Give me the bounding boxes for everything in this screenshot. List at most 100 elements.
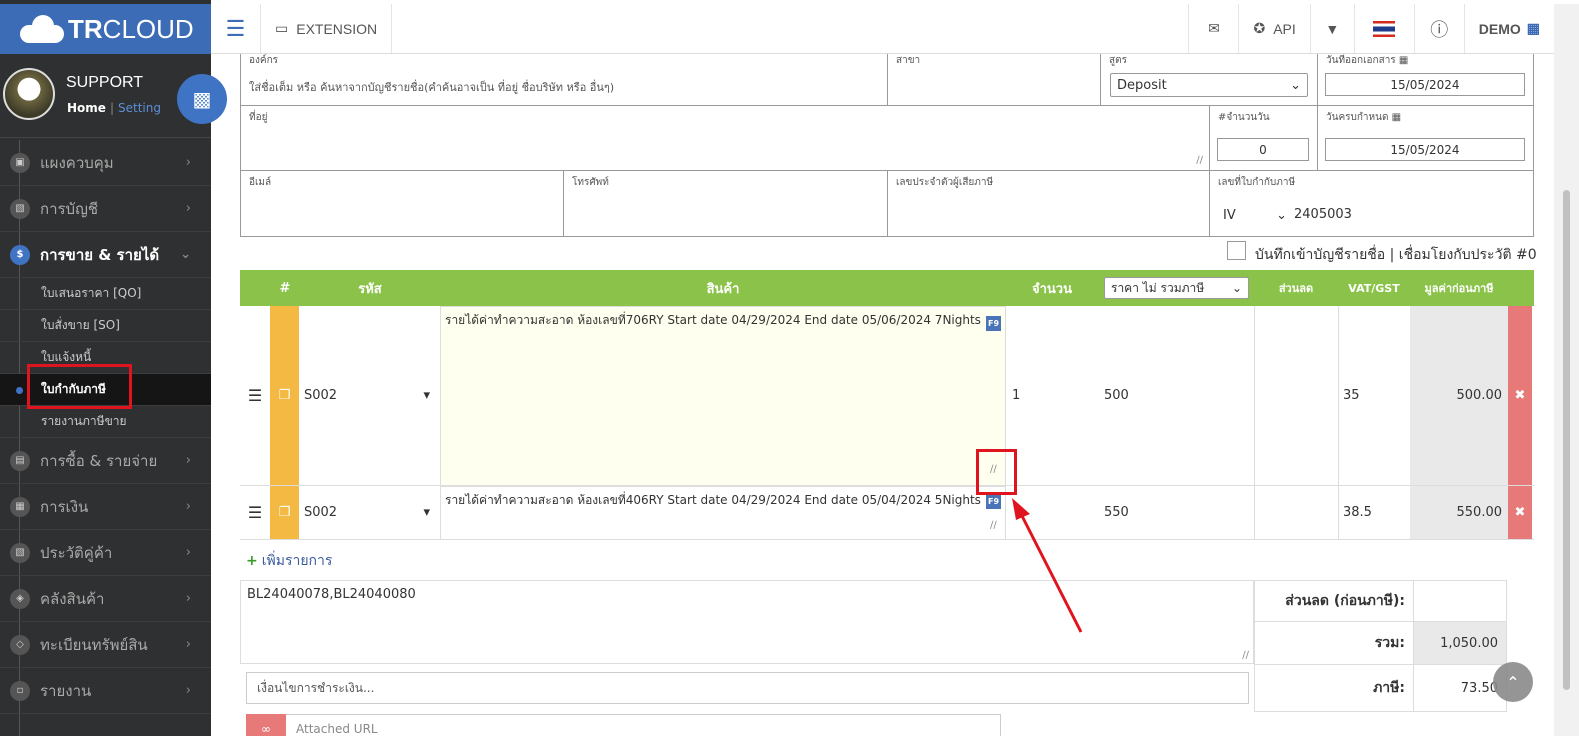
formula-select[interactable]: Deposit ⌄ <box>1110 73 1308 97</box>
sidebar-subitem-quotation[interactable]: ใบเสนอราคา [QO] <box>0 278 211 310</box>
resize-grip-icon[interactable]: ∕∕ <box>990 520 997 531</box>
col-product: สินค้า <box>706 281 740 297</box>
language-selector[interactable] <box>1353 4 1414 53</box>
trash-icon[interactable]: ✖ <box>1508 306 1532 485</box>
plus-icon: + <box>246 553 258 569</box>
sidebar-item-dashboard[interactable]: ▣ แผงควบคุม › <box>0 140 211 186</box>
address-label: ที่อยู่ <box>249 112 268 123</box>
caret-down-icon[interactable]: ▼ <box>1309 4 1354 53</box>
sidebar-item-contacts[interactable]: ▧ ประวัติคู่ค้า › <box>0 530 211 576</box>
due-date-input[interactable]: 15/05/2024 <box>1325 138 1525 161</box>
item-discount[interactable] <box>1254 486 1338 539</box>
resize-grip-icon[interactable]: ∕∕ <box>1242 650 1249 661</box>
doc-date-input[interactable]: 15/05/2024 <box>1325 73 1525 96</box>
branch-field[interactable]: สาขา <box>887 54 1101 106</box>
col-qty: จำนวน <box>1032 281 1072 297</box>
cloud-icon <box>20 15 64 43</box>
item-code: S002 <box>304 388 338 403</box>
item-qty[interactable] <box>1012 486 1098 539</box>
item-discount[interactable] <box>1254 306 1338 485</box>
email-label: อีเมล์ <box>249 177 272 188</box>
add-item-button[interactable]: + เพิ่มรายการ <box>246 550 332 572</box>
sidebar-subitem-sales-tax-report[interactable]: รายงานภาษีขาย <box>0 406 211 438</box>
tax-invoice-prefix-select[interactable]: IV ⌄ <box>1217 204 1293 226</box>
sidebar-subitem-sales-order[interactable]: ใบสั่งขาย [SO] <box>0 310 211 342</box>
profile-links: Home | Setting <box>67 101 161 115</box>
brand-logo[interactable]: TR CLOUD <box>0 4 211 54</box>
sidebar-item-purchases[interactable]: ▤ การซื้อ & รายจ่าย › <box>0 438 211 484</box>
sidebar-item-finance[interactable]: ▦ การเงิน › <box>0 484 211 530</box>
tax-invoice-number: 2405003 <box>1294 207 1352 222</box>
hamburger-menu-icon[interactable]: ☰ <box>211 4 261 53</box>
sidebar-item-label: การขาย & รายได้ <box>40 245 160 264</box>
address-field[interactable]: ที่อยู่ ∕∕ <box>240 105 1210 171</box>
email-field[interactable]: อีเมล์ <box>240 170 564 237</box>
book-icon[interactable]: ▩ <box>177 74 227 124</box>
sidebar-item-label: การบัญชี <box>40 199 99 218</box>
copy-icon[interactable]: ❐ <box>270 306 299 485</box>
scroll-top-icon[interactable]: ⌃ <box>1493 662 1533 702</box>
item-description-text: รายได้ค่าทำความสะอาด ห้องเลขที่406RY Sta… <box>445 493 981 507</box>
resize-grip-icon[interactable]: ∕∕ <box>1196 155 1203 166</box>
extension-button[interactable]: ▭ EXTENSION <box>261 4 393 53</box>
due-date-value: 15/05/2024 <box>1390 142 1460 157</box>
sidebar-item-sales[interactable]: $ การขาย & รายได้ ⌄ <box>0 232 211 278</box>
user-menu[interactable]: DEMO ▦ <box>1463 4 1554 53</box>
scrollbar-thumb[interactable] <box>1563 190 1570 690</box>
f9-button[interactable]: F9 <box>986 494 1001 509</box>
sidebar-item-inventory[interactable]: ◈ คลังสินค้า › <box>0 576 211 622</box>
trash-icon[interactable]: ✖ <box>1508 486 1532 539</box>
attach-link-icon[interactable]: ∞ <box>246 714 286 736</box>
mail-icon[interactable]: ✉ <box>1188 4 1238 53</box>
item-description-text: รายได้ค่าทำความสะอาด ห้องเลขที่706RY Sta… <box>445 313 981 327</box>
top-navbar: ☰ ▭ EXTENSION ✉ ✪ API ▼ ⓘ DEMO ▦ <box>211 4 1554 54</box>
highlight-box-sidebar <box>27 364 132 409</box>
item-description[interactable]: รายได้ค่าทำความสะอาด ห้องเลขที่406RY Sta… <box>440 486 1006 540</box>
chevron-right-icon: › <box>185 683 191 698</box>
item-amount: 500.00 <box>1410 306 1508 485</box>
item-description[interactable]: รายได้ค่าทำความสะอาด ห้องเลขที่706RY Sta… <box>440 306 1006 486</box>
main-content: องค์กร ใส่ชื่อเต็ม หรือ ค้นหาจากบัญชีราย… <box>211 54 1554 736</box>
organization-field[interactable]: องค์กร ใส่ชื่อเต็ม หรือ ค้นหาจากบัญชีราย… <box>240 54 888 106</box>
tax-label: ภาษี: <box>1254 664 1414 712</box>
formula-value: Deposit <box>1117 77 1167 93</box>
sidebar-subitem-label: ใบสั่งขาย [SO] <box>41 318 120 332</box>
caret-down-icon: ▾ <box>423 505 430 520</box>
chevron-down-icon: ⌄ <box>1290 77 1301 93</box>
phone-field[interactable]: โทรศัพท์ <box>563 170 888 237</box>
col-num: # <box>279 280 291 296</box>
code-select[interactable]: S002 ▾ <box>304 306 430 485</box>
report-icon: ▫ <box>10 680 30 701</box>
f9-button[interactable]: F9 <box>986 316 1001 331</box>
payment-terms-input[interactable]: เงื่อนไขการชำระเงิน... <box>246 672 1249 704</box>
code-select[interactable]: S002 ▾ <box>304 486 430 539</box>
item-price[interactable]: 500 <box>1104 306 1254 485</box>
monitor-icon: ▭ <box>275 20 289 36</box>
discount-total-value[interactable] <box>1413 580 1507 622</box>
dollar-icon: $ <box>10 244 30 265</box>
item-qty[interactable]: 1 <box>1012 306 1098 485</box>
save-contact-checkbox[interactable] <box>1227 241 1246 260</box>
notes-textarea[interactable]: BL24040078,BL24040080 ∕∕ <box>240 580 1254 664</box>
item-price[interactable]: 550 <box>1104 486 1254 539</box>
phone-label: โทรศัพท์ <box>572 177 609 188</box>
home-link[interactable]: Home <box>67 101 106 115</box>
sidebar-item-assets[interactable]: ◇ ทะเบียนทรัพย์สิน › <box>0 622 211 668</box>
sidebar-item-reports[interactable]: ▫ รายงาน › <box>0 668 211 714</box>
col-pretax: มูลค่าก่อนภาษี <box>1424 282 1494 295</box>
days-input[interactable]: 0 <box>1217 138 1309 161</box>
organization-placeholder: ใส่ชื่อเต็ม หรือ ค้นหาจากบัญชีรายชื่อ(คำ… <box>249 81 615 94</box>
setting-link[interactable]: Setting <box>118 101 161 115</box>
copy-icon[interactable]: ❐ <box>270 486 299 539</box>
tax-id-field[interactable]: เลขประจำตัวผู้เสียภาษี <box>887 170 1210 237</box>
brand-name-rest: CLOUD <box>102 13 194 44</box>
sidebar-item-accounting[interactable]: ▧ การบัญชี › <box>0 186 211 232</box>
api-button[interactable]: ✪ API <box>1238 4 1309 53</box>
avatar[interactable] <box>3 68 55 120</box>
drag-handle-icon[interactable]: ☰ <box>240 486 270 539</box>
sidebar-item-label: คลังสินค้า <box>40 589 105 608</box>
price-mode-select[interactable]: ราคา ไม่ รวมภาษี ⌄ <box>1104 277 1249 299</box>
app-window: TR CLOUD SUPPORT Home | Setting ▩ ▣ แผงควบคุ… <box>0 0 1579 736</box>
drag-handle-icon[interactable]: ☰ <box>240 306 270 485</box>
help-icon[interactable]: ⓘ <box>1413 4 1464 53</box>
